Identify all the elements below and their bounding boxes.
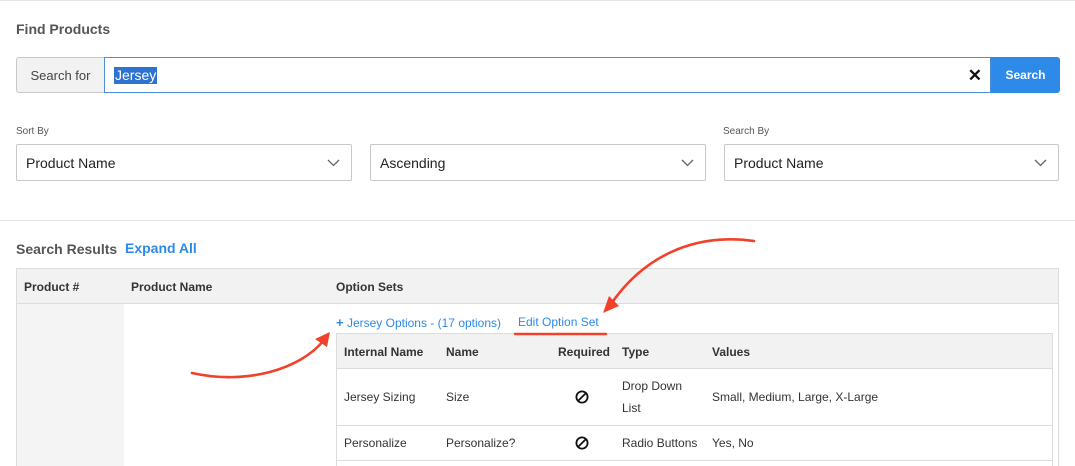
- edit-option-set-link[interactable]: Edit Option Set: [518, 315, 599, 329]
- top-divider: [0, 0, 1075, 1]
- sort-by-value: Product Name: [26, 154, 116, 171]
- column-header-product-name: Product Name: [131, 280, 213, 294]
- option-set-table: Internal Name Name Required Type Values …: [336, 333, 1053, 466]
- values-cell: Small, Medium, Large, X-Large: [712, 390, 879, 404]
- column-header-required: Required: [558, 345, 611, 359]
- plus-icon: +: [336, 315, 344, 330]
- sort-by-select[interactable]: Product Name: [16, 144, 352, 181]
- search-bar: Search for Jersey ✕ Search: [16, 57, 1060, 93]
- section-divider: [0, 220, 1075, 221]
- chevron-down-icon: [327, 159, 340, 167]
- table-row: Personalize Personalize? Radio Buttons Y…: [337, 426, 1052, 461]
- not-required-icon: [575, 390, 589, 404]
- search-input[interactable]: Jersey ✕: [104, 57, 991, 93]
- column-header-option-sets: Option Sets: [336, 280, 404, 294]
- results-header-row: Product # Product Name Option Sets: [17, 269, 1058, 304]
- column-header-product-number: Product #: [24, 280, 80, 294]
- product-number-cell: [17, 304, 124, 466]
- column-header-internal-name: Internal Name: [344, 345, 424, 359]
- table-row: Jersey Sizing Size Drop Down List Small,…: [337, 369, 1052, 426]
- option-set-toggle-link[interactable]: + Jersey Options - (17 options): [336, 315, 501, 330]
- type-cell: Radio Buttons: [622, 436, 698, 450]
- internal-name-cell: Personalize: [344, 436, 407, 450]
- chevron-down-icon: [1034, 159, 1047, 167]
- column-header-type: Type: [622, 345, 650, 359]
- search-input-value[interactable]: Jersey: [114, 66, 158, 84]
- chevron-down-icon: [681, 159, 694, 167]
- sort-order-select[interactable]: Ascending: [370, 144, 706, 181]
- internal-name-cell: Jersey Sizing: [344, 390, 416, 404]
- results-table: Product # Product Name Option Sets + Jer…: [16, 268, 1059, 466]
- option-set-link-label: Jersey Options - (17 options): [346, 316, 502, 330]
- name-cell: Personalize?: [446, 436, 516, 450]
- sort-order-value: Ascending: [380, 154, 446, 171]
- option-header-row: Internal Name Name Required Type Values: [337, 334, 1052, 369]
- search-button[interactable]: Search: [991, 57, 1060, 93]
- search-for-label: Search for: [16, 57, 104, 93]
- sort-by-label: Sort By: [16, 126, 49, 137]
- expand-all-link[interactable]: Expand All: [125, 240, 197, 256]
- search-by-label: Search By: [723, 126, 770, 137]
- name-cell: Size: [446, 390, 470, 404]
- type-cell-line-2: List: [622, 401, 641, 415]
- search-by-value: Product Name: [734, 154, 824, 171]
- type-cell-line-1: Drop Down: [622, 379, 683, 393]
- not-required-icon: [575, 436, 589, 450]
- column-header-values: Values: [712, 345, 751, 359]
- column-header-name: Name: [446, 345, 479, 359]
- find-products-heading: Find Products: [16, 21, 111, 37]
- values-cell: Yes, No: [712, 436, 754, 450]
- search-results-heading: Search Results: [16, 241, 118, 257]
- clear-search-icon[interactable]: ✕: [968, 67, 982, 84]
- search-by-select[interactable]: Product Name: [724, 144, 1059, 181]
